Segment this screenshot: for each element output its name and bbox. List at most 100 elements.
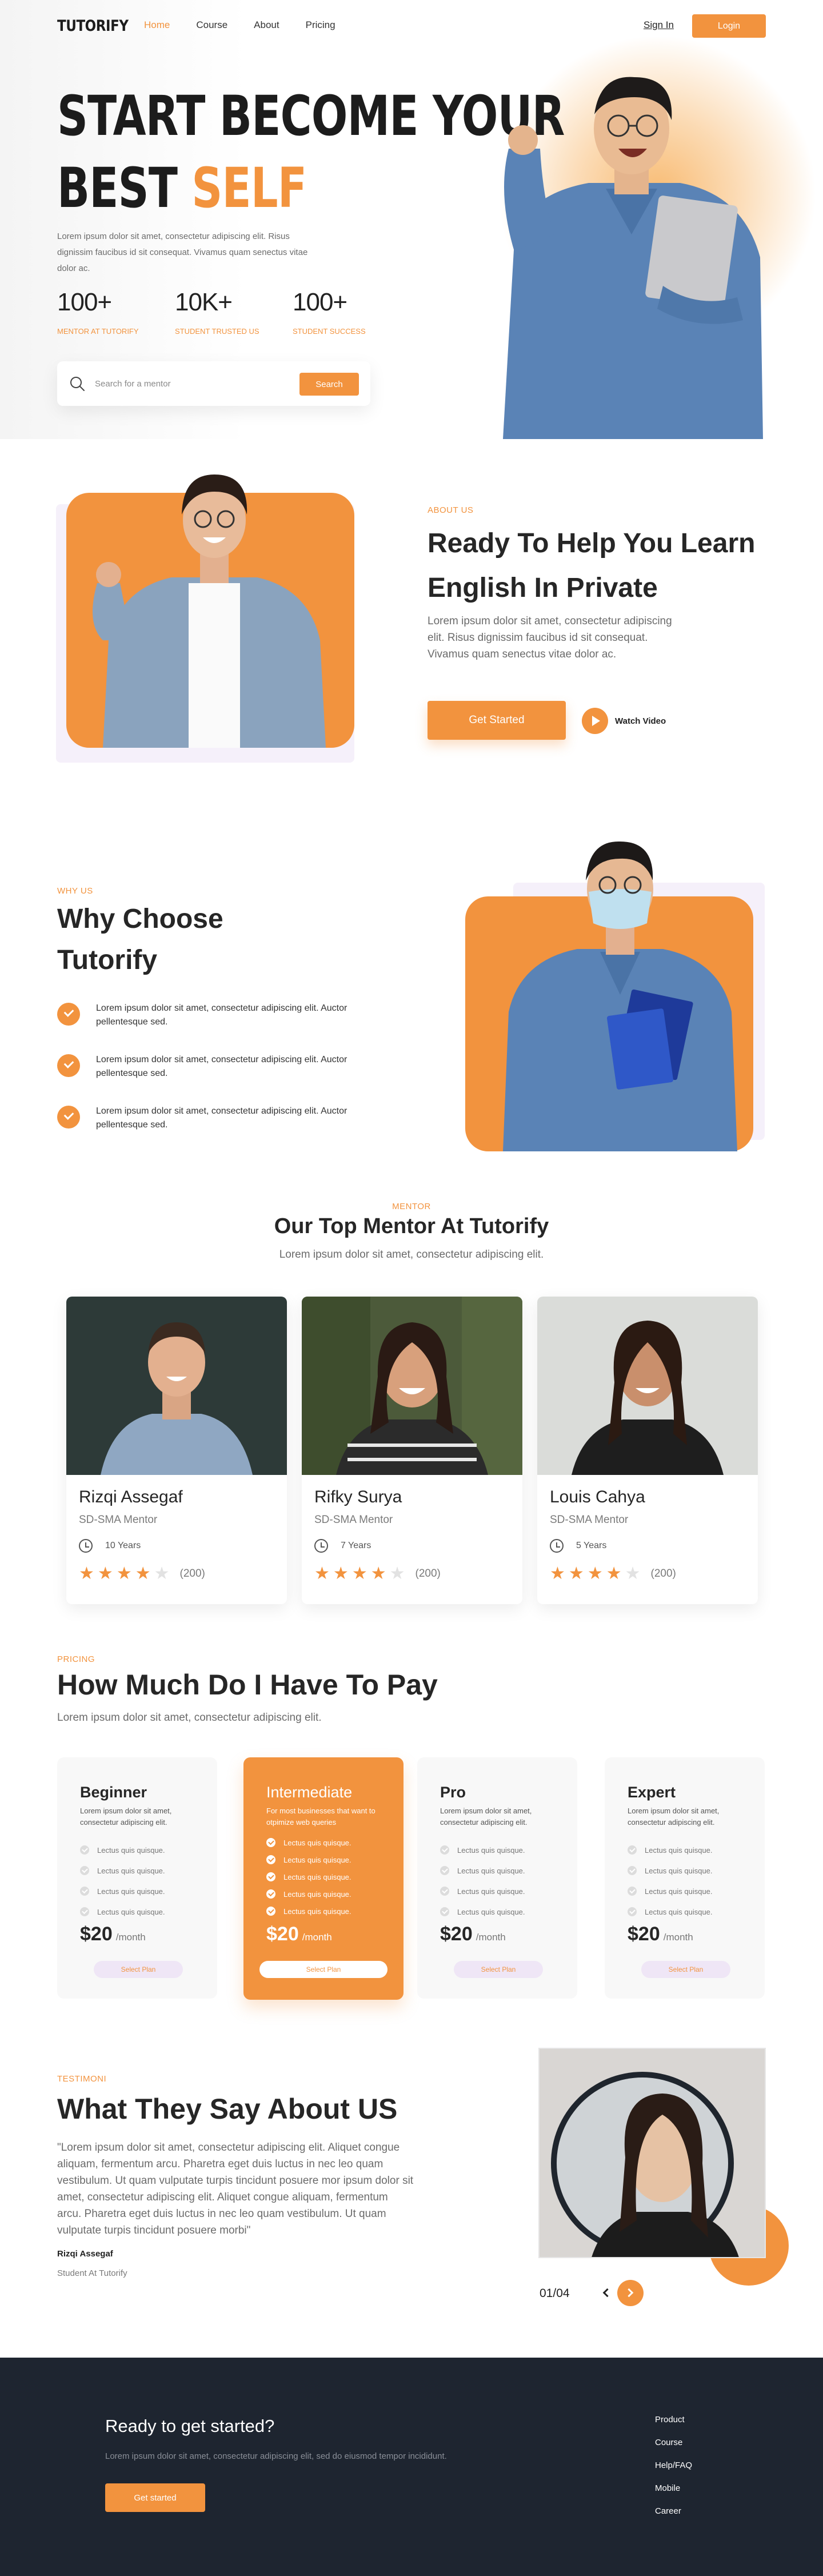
plan-feature-text: Lectus quis quisque. bbox=[457, 1887, 525, 1896]
stat-value: 10K+ bbox=[175, 288, 233, 316]
footer-links: Product Course Help/FAQ Mobile Career bbox=[655, 2415, 692, 2529]
stat-value: 100+ bbox=[57, 288, 112, 316]
plan-feature-text: Lectus quis quisque. bbox=[97, 1845, 165, 1855]
plan-description: Lorem ipsum dolor sit amet, consectetur … bbox=[628, 1807, 720, 1827]
pricing-title: How Much Do I Have To Pay bbox=[57, 1669, 438, 1701]
clock-icon bbox=[79, 1539, 93, 1553]
mentor-name: Rifky Surya bbox=[314, 1488, 402, 1506]
mentor-role: SD-SMA Mentor bbox=[79, 1514, 158, 1526]
review-count: (200) bbox=[415, 1568, 441, 1580]
play-icon[interactable] bbox=[582, 708, 608, 734]
plan-feature: Lectus quis quisque. bbox=[440, 1901, 525, 1922]
check-icon bbox=[266, 1855, 275, 1864]
footer-get-started-button[interactable]: Get started bbox=[105, 2483, 205, 2512]
get-started-button[interactable]: Get Started bbox=[428, 701, 566, 740]
nav-item-pricing[interactable]: Pricing bbox=[306, 19, 335, 31]
star-icon: ★ bbox=[79, 1564, 94, 1584]
footer-title: Ready to get started? bbox=[105, 2416, 275, 2436]
nav-item-home[interactable]: Home bbox=[144, 19, 170, 31]
plan-card-beginner: Beginner Lorem ipsum dolor sit amet, con… bbox=[57, 1757, 217, 1999]
pricing-eyebrow: PRICING bbox=[57, 1654, 95, 1664]
footer-link-help[interactable]: Help/FAQ bbox=[655, 2461, 692, 2483]
select-plan-button[interactable]: Select Plan bbox=[454, 1961, 543, 1978]
about-eyebrow: ABOUT US bbox=[428, 505, 474, 515]
stat-mentors: 100+ MENTOR AT TUTORIFY bbox=[57, 288, 175, 336]
mentor-name: Louis Cahya bbox=[550, 1488, 645, 1506]
check-icon bbox=[57, 1003, 80, 1026]
footer-link-mobile[interactable]: Mobile bbox=[655, 2483, 692, 2506]
hero-title-best: BEST bbox=[57, 156, 192, 220]
price-unit: /month bbox=[663, 1932, 693, 1943]
mentor-role: SD-SMA Mentor bbox=[314, 1514, 393, 1526]
watch-video-label[interactable]: Watch Video bbox=[615, 716, 666, 726]
check-icon bbox=[266, 1872, 275, 1881]
hero-stats: 100+ MENTOR AT TUTORIFY 10K+ STUDENT TRU… bbox=[57, 288, 410, 336]
check-icon bbox=[628, 1907, 637, 1916]
search-button[interactable]: Search bbox=[299, 373, 359, 396]
price-amount: $20 bbox=[628, 1923, 660, 1945]
footer-link-course[interactable]: Course bbox=[655, 2438, 692, 2461]
plan-description: Lorem ipsum dolor sit amet, consectetur … bbox=[440, 1807, 532, 1827]
search-input[interactable] bbox=[95, 377, 283, 390]
why-title: Why Choose Tutorify bbox=[57, 904, 223, 975]
plan-feature: Lectus quis quisque. bbox=[628, 1881, 713, 1901]
plan-name: Beginner bbox=[80, 1784, 147, 1801]
hero-student-image bbox=[492, 69, 772, 439]
plan-feature: Lectus quis quisque. bbox=[440, 1860, 525, 1881]
plan-feature: Lectus quis quisque. bbox=[80, 1840, 165, 1860]
watch-video-button[interactable]: Watch Video bbox=[582, 708, 666, 734]
plan-feature: Lectus quis quisque. bbox=[628, 1901, 713, 1922]
stat-students: 10K+ STUDENT TRUSTED US bbox=[175, 288, 293, 336]
plan-feature-text: Lectus quis quisque. bbox=[457, 1866, 525, 1875]
select-plan-button[interactable]: Select Plan bbox=[259, 1961, 387, 1978]
pricing-subtitle: Lorem ipsum dolor sit amet, consectetur … bbox=[57, 1712, 322, 1724]
chevron-right-icon[interactable] bbox=[617, 2280, 644, 2306]
login-button[interactable]: Login bbox=[692, 14, 766, 38]
logo[interactable]: TUTORIFY bbox=[57, 17, 129, 35]
price-unit: /month bbox=[115, 1932, 146, 1943]
check-icon bbox=[80, 1907, 89, 1916]
plan-features: Lectus quis quisque. Lectus quis quisque… bbox=[266, 1834, 351, 1920]
mentor-experience: 10 Years bbox=[79, 1539, 141, 1553]
check-icon bbox=[80, 1866, 89, 1875]
star-icon: ★ bbox=[333, 1564, 349, 1584]
plan-feature-text: Lectus quis quisque. bbox=[457, 1907, 525, 1916]
plan-feature: Lectus quis quisque. bbox=[266, 1834, 351, 1851]
nav-item-course[interactable]: Course bbox=[196, 19, 227, 31]
chevron-left-icon[interactable] bbox=[600, 2286, 612, 2299]
hero-title-self: SELF bbox=[191, 156, 307, 220]
mentor-name: Rizqi Assegaf bbox=[79, 1488, 183, 1506]
mentor-card[interactable]: Rifky Surya SD-SMA Mentor 7 Years ★ ★ ★ ★ ★ … bbox=[302, 1297, 522, 1604]
select-plan-button[interactable]: Select Plan bbox=[641, 1961, 730, 1978]
mentor-photo bbox=[537, 1297, 758, 1475]
mentor-search-box: Search bbox=[57, 361, 370, 406]
why-eyebrow: WHY US bbox=[57, 886, 93, 896]
mentor-card[interactable]: Louis Cahya SD-SMA Mentor 5 Years ★ ★ ★ ★ ★ … bbox=[537, 1297, 758, 1604]
plan-feature-text: Lectus quis quisque. bbox=[97, 1887, 165, 1896]
plan-feature: Lectus quis quisque. bbox=[266, 1851, 351, 1868]
mentor-card[interactable]: Rizqi Assegaf SD-SMA Mentor 10 Years ★ ★ ★… bbox=[66, 1297, 287, 1604]
plan-feature-text: Lectus quis quisque. bbox=[97, 1866, 165, 1875]
mentor-years: 10 Years bbox=[105, 1541, 141, 1550]
mentor-eyebrow: MENTOR bbox=[392, 1202, 431, 1211]
plan-feature-text: Lectus quis quisque. bbox=[283, 1855, 351, 1864]
price-amount: $20 bbox=[80, 1923, 113, 1945]
why-item-text: Lorem ipsum dolor sit amet, consectetur … bbox=[96, 1055, 347, 1078]
star-empty-icon: ★ bbox=[154, 1564, 170, 1584]
landing-page: TUTORIFY Home Course About Pricing Sign … bbox=[0, 0, 823, 2576]
testimonial-author: Rizqi Assegaf bbox=[57, 2249, 113, 2259]
testimonial-photo bbox=[538, 2048, 766, 2258]
signin-link[interactable]: Sign In bbox=[644, 19, 674, 31]
review-count: (200) bbox=[179, 1568, 205, 1580]
plan-feature: Lectus quis quisque. bbox=[80, 1860, 165, 1881]
nav-item-about[interactable]: About bbox=[254, 19, 279, 31]
testimonial-author-role: Student At Tutorify bbox=[57, 2268, 127, 2278]
footer-link-product[interactable]: Product bbox=[655, 2415, 692, 2438]
select-plan-button[interactable]: Select Plan bbox=[94, 1961, 183, 1978]
plan-feature-text: Lectus quis quisque. bbox=[457, 1845, 525, 1855]
about-title: Ready To Help You Learn English In Priva… bbox=[428, 528, 756, 603]
star-empty-icon: ★ bbox=[389, 1564, 405, 1584]
mentor-years: 7 Years bbox=[341, 1541, 371, 1550]
footer-link-career[interactable]: Career bbox=[655, 2506, 692, 2529]
about-description: Lorem ipsum dolor sit amet, consectetur … bbox=[428, 615, 672, 660]
